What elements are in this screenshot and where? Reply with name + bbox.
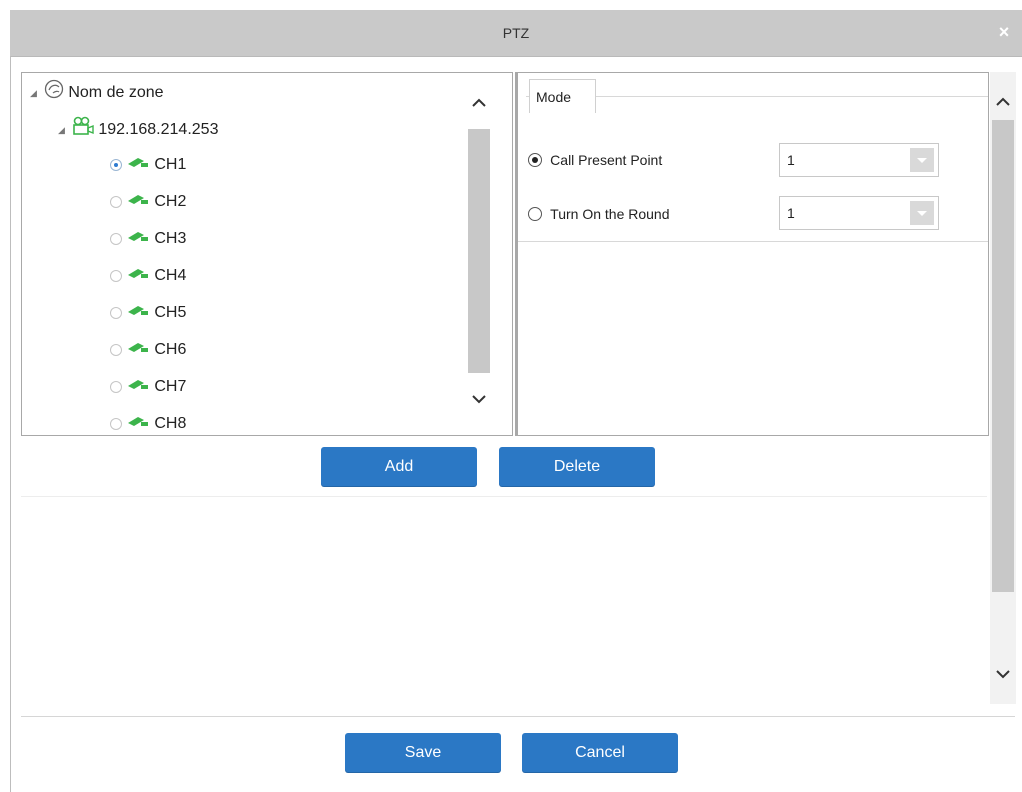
call-preset-radio[interactable] — [528, 153, 542, 168]
channel-item[interactable]: CH8 — [110, 412, 187, 435]
ip-camera-icon — [126, 227, 150, 251]
channel-label: CH6 — [154, 341, 187, 359]
channel-item[interactable]: CH7 — [110, 375, 186, 399]
channel-item[interactable]: CH4 — [110, 264, 186, 288]
ip-camera-icon — [126, 412, 150, 435]
channel-radio[interactable] — [110, 159, 122, 172]
mode-panel: Mode Call Present Point 1 Turn On the Ro… — [515, 72, 989, 436]
fieldset-border — [518, 241, 988, 242]
mode-legend: Mode — [529, 79, 596, 113]
channel-label: CH1 — [154, 156, 187, 174]
ip-camera-icon — [126, 190, 150, 214]
channel-label: CH3 — [154, 230, 187, 248]
save-button[interactable]: Save — [345, 733, 501, 773]
dialog-titlebar: PTZ × — [10, 10, 1022, 57]
tree-scrollbar[interactable] — [468, 85, 490, 405]
scroll-up-icon[interactable] — [468, 91, 490, 113]
divider — [21, 496, 987, 497]
call-preset-label: Call Present Point — [550, 152, 663, 169]
ip-camera-icon — [126, 153, 150, 177]
dropdown-arrow-icon[interactable] — [910, 148, 934, 172]
mode-option-round[interactable]: Turn On the Round — [528, 199, 670, 229]
ip-camera-icon — [126, 375, 150, 399]
footer-divider — [21, 716, 1015, 717]
dialog-scroll-thumb[interactable] — [992, 120, 1014, 592]
mode-option-call-preset[interactable]: Call Present Point — [528, 145, 662, 175]
channel-label: CH5 — [154, 304, 187, 322]
round-label: Turn On the Round — [550, 206, 670, 223]
channel-radio[interactable] — [110, 270, 122, 283]
tree-node-zone[interactable]: ◢ Nom de zone — [30, 79, 164, 103]
channel-radio[interactable] — [110, 196, 122, 209]
channel-item[interactable]: CH1 — [110, 153, 186, 177]
dialog-left-border — [10, 56, 11, 792]
scroll-up-icon[interactable] — [992, 90, 1014, 112]
channel-label: CH7 — [154, 378, 187, 396]
channel-item[interactable]: CH6 — [110, 338, 186, 362]
cancel-button[interactable]: Cancel — [522, 733, 678, 773]
channel-item[interactable]: CH2 — [110, 190, 186, 214]
round-value: 1 — [787, 205, 795, 221]
dialog-scrollbar[interactable] — [990, 72, 1016, 704]
expand-arrow-icon[interactable]: ◢ — [58, 118, 68, 142]
channel-radio[interactable] — [110, 418, 122, 431]
zone-label: Nom de zone — [68, 84, 164, 101]
dialog-title: PTZ — [502, 25, 530, 41]
ip-camera-icon — [126, 264, 150, 288]
channel-radio[interactable] — [110, 381, 122, 394]
channel-radio[interactable] — [110, 344, 122, 357]
close-icon[interactable]: × — [994, 22, 1014, 42]
scroll-down-icon[interactable] — [468, 387, 490, 409]
channel-label: CH2 — [154, 193, 187, 211]
tree-node-device[interactable]: ◢ 192.168.214.253 — [58, 116, 218, 140]
preset-point-value: 1 — [787, 152, 795, 168]
dropdown-arrow-icon[interactable] — [910, 201, 934, 225]
scroll-down-icon[interactable] — [992, 662, 1014, 684]
channel-item[interactable]: CH3 — [110, 227, 186, 251]
round-radio[interactable] — [528, 207, 542, 222]
camera-device-icon — [72, 116, 94, 144]
globe-icon — [44, 79, 64, 107]
channel-label: CH8 — [154, 415, 187, 433]
expand-arrow-icon[interactable]: ◢ — [30, 81, 40, 105]
delete-button[interactable]: Delete — [499, 447, 655, 487]
device-tree-panel: ◢ Nom de zone ◢ 192.168.214.253 CH1 CH2 … — [21, 72, 513, 436]
channel-label: CH4 — [154, 267, 187, 285]
channel-item[interactable]: CH5 — [110, 301, 186, 325]
channel-radio[interactable] — [110, 307, 122, 320]
round-select[interactable]: 1 — [779, 196, 939, 230]
channel-radio[interactable] — [110, 233, 122, 246]
preset-point-select[interactable]: 1 — [779, 143, 939, 177]
add-button[interactable]: Add — [321, 447, 477, 487]
device-label: 192.168.214.253 — [98, 121, 219, 138]
ip-camera-icon — [126, 301, 150, 325]
tree-scroll-thumb[interactable] — [468, 129, 490, 373]
ip-camera-icon — [126, 338, 150, 362]
